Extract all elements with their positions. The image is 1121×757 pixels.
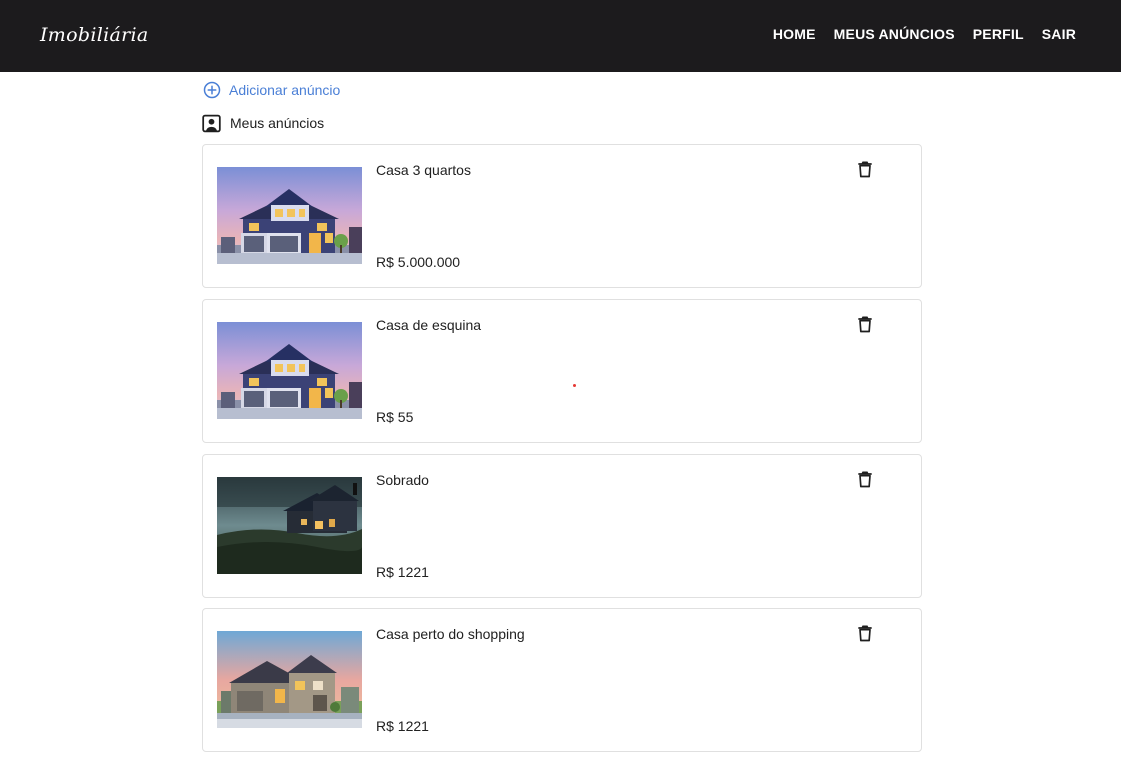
listing-image (217, 322, 362, 419)
listing-price: R$ 55 (376, 409, 414, 425)
listing-price: R$ 1221 (376, 564, 429, 580)
listing-image (217, 477, 362, 574)
account-box-icon (202, 114, 221, 132)
add-listing-label: Adicionar anúncio (229, 82, 341, 98)
listing-card[interactable]: Casa 3 quartos R$ 5.000.000 (202, 144, 922, 288)
listing-card[interactable]: Sobrado R$ 1221 (202, 454, 922, 598)
listing-price: R$ 1221 (376, 718, 429, 734)
trash-icon[interactable] (855, 469, 875, 489)
trash-icon[interactable] (855, 623, 875, 643)
trash-icon[interactable] (855, 314, 875, 334)
listing-title: Casa perto do shopping (376, 626, 525, 642)
plus-circle-icon (203, 81, 221, 99)
nav-sair[interactable]: SAIR (1042, 26, 1076, 42)
listing-card[interactable]: Casa de esquina R$ 55 (202, 299, 922, 443)
main-nav: HOME MEUS ANÚNCIOS PERFIL SAIR (773, 26, 1076, 42)
trash-icon[interactable] (855, 159, 875, 179)
listing-title: Sobrado (376, 472, 429, 488)
listing-title: Casa 3 quartos (376, 162, 471, 178)
nav-meus-anuncios[interactable]: MEUS ANÚNCIOS (834, 26, 955, 42)
listing-image (217, 167, 362, 264)
listing-card[interactable]: Casa perto do shopping R$ 1221 (202, 608, 922, 752)
listing-title: Casa de esquina (376, 317, 482, 333)
listing-price: R$ 5.000.000 (376, 254, 461, 270)
nav-home[interactable]: HOME (773, 26, 816, 42)
top-app-bar: Imobiliária HOME MEUS ANÚNCIOS PERFIL SA… (0, 0, 1121, 72)
my-listings-label: Meus anúncios (230, 115, 325, 131)
my-listings-heading: Meus anúncios (201, 112, 324, 134)
brand-logo[interactable]: Imobiliária (40, 24, 148, 46)
nav-perfil[interactable]: PERFIL (973, 26, 1024, 42)
add-listing-button[interactable]: Adicionar anúncio (203, 80, 340, 100)
listing-image (217, 631, 362, 728)
cursor-marker (573, 384, 576, 387)
